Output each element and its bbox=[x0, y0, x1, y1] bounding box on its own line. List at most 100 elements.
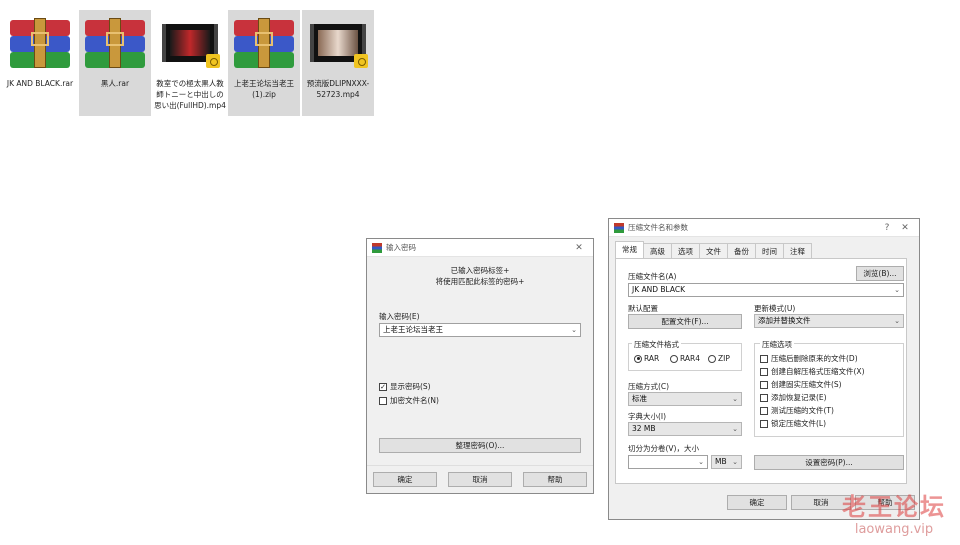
update-mode-select[interactable]: 添加并替换文件 ⌄ bbox=[754, 314, 904, 328]
ok-button[interactable]: 确定 bbox=[727, 495, 787, 510]
radio-icon bbox=[708, 354, 716, 363]
tab-files[interactable]: 文件 bbox=[699, 243, 728, 258]
set-password-button[interactable]: 设置密码(P)... bbox=[754, 455, 904, 470]
config-profiles-button[interactable]: 配置文件(F)... bbox=[628, 314, 742, 329]
option-sfx[interactable]: 创建自解压格式压缩文件(X) bbox=[760, 366, 865, 377]
chevron-down-icon: ⌄ bbox=[894, 317, 900, 325]
option-label: 创建固实压缩文件(S) bbox=[771, 380, 842, 389]
checkbox-checked-icon: ✓ bbox=[379, 382, 387, 391]
video-file-icon bbox=[306, 14, 370, 72]
file-item[interactable]: JK AND BLACK.rar bbox=[4, 10, 76, 116]
radio-selected-icon bbox=[634, 354, 642, 363]
file-name: 教室での極太黒人教師トニーと中出しの思い出(FullHD).mp4 bbox=[154, 79, 226, 110]
option-solid[interactable]: 创建固实压缩文件(S) bbox=[760, 379, 842, 390]
watermark: 老王论坛 laowang.vip bbox=[842, 487, 946, 537]
file-item[interactable]: 教室での極太黒人教師トニーと中出しの思い出(FullHD).mp4 bbox=[154, 10, 226, 116]
close-icon[interactable]: ✕ bbox=[570, 243, 588, 253]
password-dialog: 输入密码 ✕ 已输入密码标签+ 将使用匹配此标签的密码+ 输入密码(E) 上老王… bbox=[366, 238, 594, 494]
format-group-label: 压缩文件格式 bbox=[632, 339, 681, 350]
watermark-title: 老王论坛 bbox=[842, 493, 946, 521]
option-recovery-record[interactable]: 添加恢复记录(E) bbox=[760, 392, 827, 403]
option-delete-after[interactable]: 压缩后删除原来的文件(D) bbox=[760, 353, 858, 364]
winrar-icon bbox=[372, 242, 382, 253]
zip-archive-icon bbox=[232, 14, 296, 72]
show-password-label: 显示密码(S) bbox=[390, 382, 431, 391]
chevron-down-icon[interactable]: ⌄ bbox=[571, 324, 577, 336]
rar-archive-icon bbox=[8, 14, 72, 72]
archive-name-input[interactable]: JK AND BLACK ⌄ bbox=[628, 283, 904, 297]
default-config-label: 默认配置 bbox=[628, 304, 658, 313]
format-zip-radio[interactable]: ZIP bbox=[708, 354, 730, 363]
checkbox-icon bbox=[760, 380, 768, 389]
chevron-down-icon[interactable]: ⌄ bbox=[698, 456, 704, 468]
compression-method-value: 标准 bbox=[632, 394, 647, 403]
option-lock-archive[interactable]: 锁定压缩文件(L) bbox=[760, 418, 826, 429]
format-rar4-label: RAR4 bbox=[680, 354, 701, 363]
option-label: 测试压缩的文件(T) bbox=[771, 406, 834, 415]
dictionary-size-value: 32 MB bbox=[632, 424, 656, 433]
format-rar-radio[interactable]: RAR bbox=[634, 354, 659, 363]
help-icon[interactable]: ? bbox=[878, 223, 896, 233]
dictionary-size-select[interactable]: 32 MB ⌄ bbox=[628, 422, 742, 436]
format-zip-label: ZIP bbox=[718, 354, 730, 363]
compression-method-select[interactable]: 标准 ⌄ bbox=[628, 392, 742, 406]
split-unit-value: MB bbox=[715, 457, 727, 466]
checkbox-icon bbox=[760, 406, 768, 415]
show-password-checkbox[interactable]: ✓ 显示密码(S) bbox=[379, 381, 431, 392]
checkbox-icon bbox=[760, 367, 768, 376]
file-item[interactable]: 黑人.rar bbox=[79, 10, 151, 116]
archive-name-value: JK AND BLACK bbox=[632, 285, 686, 294]
file-name: 上老王论坛当老王 (1).zip bbox=[234, 79, 294, 99]
file-name: JK AND BLACK.rar bbox=[6, 79, 74, 88]
tab-bar: 常规 高级 选项 文件 备份 时间 注释 bbox=[615, 241, 812, 258]
tab-advanced[interactable]: 高级 bbox=[643, 243, 672, 258]
format-rar4-radio[interactable]: RAR4 bbox=[670, 354, 700, 363]
password-label: 输入密码(E) bbox=[379, 312, 420, 321]
message-line-2: 将使用匹配此标签的密码+ bbox=[435, 277, 525, 286]
option-test-archive[interactable]: 测试压缩的文件(T) bbox=[760, 405, 834, 416]
checkbox-icon bbox=[760, 354, 768, 363]
organize-passwords-button[interactable]: 整理密码(O)... bbox=[379, 438, 581, 453]
dialog-titlebar: 输入密码 ✕ bbox=[367, 239, 593, 257]
encrypt-filenames-checkbox[interactable]: 加密文件名(N) bbox=[379, 395, 439, 406]
file-name: 黑人.rar bbox=[100, 79, 130, 88]
checkbox-icon bbox=[379, 396, 387, 405]
tab-comment[interactable]: 注释 bbox=[783, 243, 812, 258]
option-label: 压缩后删除原来的文件(D) bbox=[771, 354, 858, 363]
tab-general[interactable]: 常规 bbox=[615, 241, 644, 258]
chevron-down-icon[interactable]: ⌄ bbox=[894, 284, 900, 296]
checkbox-icon bbox=[760, 393, 768, 402]
help-button[interactable]: 帮助 bbox=[523, 472, 587, 487]
message-line-1: 已输入密码标签+ bbox=[450, 266, 510, 275]
tab-backup[interactable]: 备份 bbox=[727, 243, 756, 258]
chevron-down-icon: ⌄ bbox=[732, 395, 738, 403]
browse-button[interactable]: 浏览(B)... bbox=[856, 266, 904, 281]
chevron-down-icon: ⌄ bbox=[732, 425, 738, 433]
update-mode-label: 更新模式(U) bbox=[754, 304, 796, 313]
file-item[interactable]: 预流版DLIPNXXX-52723.mp4 bbox=[302, 10, 374, 116]
tab-options[interactable]: 选项 bbox=[671, 243, 700, 258]
dialog-title: 输入密码 bbox=[386, 243, 416, 252]
tab-time[interactable]: 时间 bbox=[755, 243, 784, 258]
ok-button[interactable]: 确定 bbox=[373, 472, 437, 487]
options-group-label: 压缩选项 bbox=[760, 339, 794, 350]
general-panel: 压缩文件名(A) 浏览(B)... JK AND BLACK ⌄ 默认配置 配置… bbox=[615, 258, 907, 484]
chevron-down-icon: ⌄ bbox=[732, 458, 738, 466]
split-volumes-label: 切分为分卷(V)，大小 bbox=[628, 444, 699, 453]
format-rar-label: RAR bbox=[644, 354, 660, 363]
winrar-icon bbox=[614, 222, 624, 233]
archive-settings-dialog: 压缩文件名和参数 ? ✕ 常规 高级 选项 文件 备份 时间 注释 压缩文件名(… bbox=[608, 218, 920, 520]
split-unit-select[interactable]: MB ⌄ bbox=[711, 455, 742, 469]
password-input[interactable]: 上老王论坛当老王 ⌄ bbox=[379, 323, 581, 337]
checkbox-icon bbox=[760, 419, 768, 428]
file-item[interactable]: 上老王论坛当老王 (1).zip bbox=[228, 10, 300, 116]
split-size-input[interactable]: ⌄ bbox=[628, 455, 708, 469]
watermark-url: laowang.vip bbox=[854, 522, 934, 537]
option-label: 添加恢复记录(E) bbox=[771, 393, 827, 402]
encrypt-filenames-label: 加密文件名(N) bbox=[390, 396, 439, 405]
video-file-icon bbox=[158, 14, 222, 72]
close-icon[interactable]: ✕ bbox=[896, 223, 914, 233]
rar-archive-icon bbox=[83, 14, 147, 72]
cancel-button[interactable]: 取消 bbox=[448, 472, 512, 487]
dictionary-size-label: 字典大小(I) bbox=[628, 412, 667, 421]
